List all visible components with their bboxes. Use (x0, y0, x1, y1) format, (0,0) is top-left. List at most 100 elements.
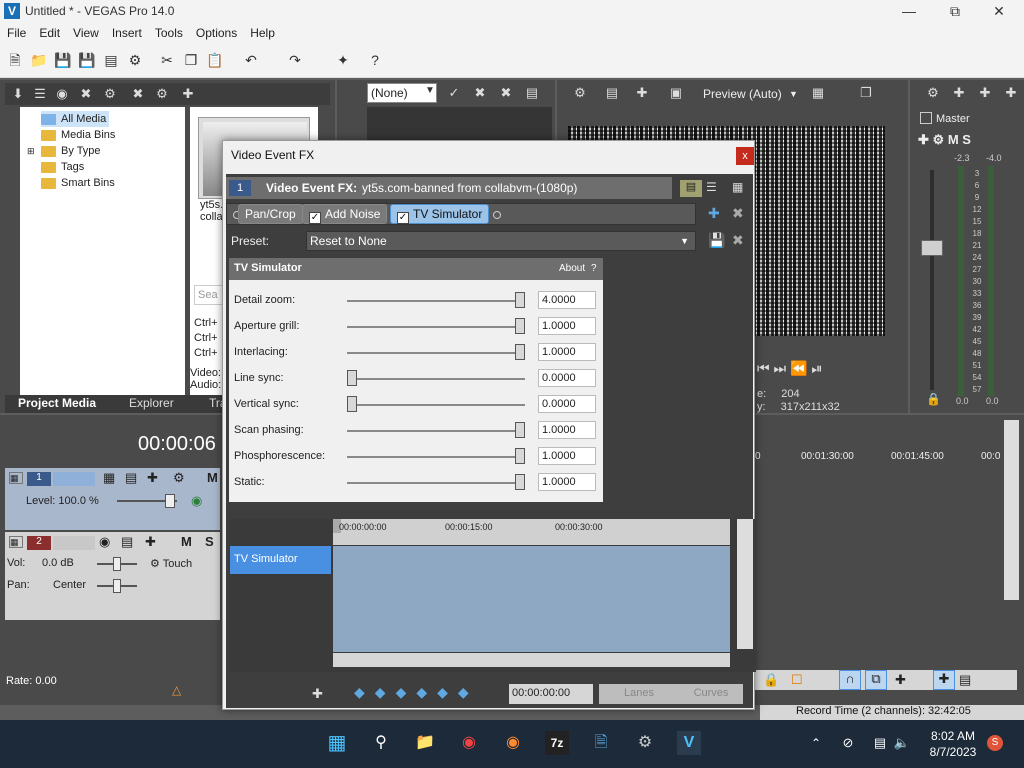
checkbox-checked-icon[interactable]: ✓ (397, 212, 409, 224)
param-slider-track[interactable] (347, 482, 525, 484)
pan-slider-thumb[interactable] (113, 579, 121, 593)
param-slider-thumb[interactable] (515, 318, 525, 334)
file-explorer-icon[interactable]: 📁 (413, 731, 437, 755)
snapping-magnet-icon[interactable]: ∩ (839, 670, 861, 690)
restore-button[interactable]: ⧉ (932, 0, 978, 23)
param-value-input[interactable]: 0.0000 (538, 369, 596, 387)
expand-plus-icon[interactable]: ⊞ (27, 146, 41, 157)
param-slider-thumb[interactable] (515, 344, 525, 360)
compositing-mode-icon[interactable]: ◉ (191, 493, 202, 509)
save-preset-icon[interactable]: 💾 (708, 232, 725, 249)
add-keyframe-icon[interactable]: ◆ (437, 684, 458, 700)
network-offline-icon[interactable]: ⊘ (836, 731, 860, 755)
keyframe-track-area[interactable] (333, 546, 730, 652)
help-link[interactable]: ? (591, 263, 597, 274)
auto-crossfade-icon[interactable]: ⧉ (865, 670, 887, 690)
layout-list-icon[interactable]: ☰ (706, 180, 717, 194)
media-search-input[interactable]: Sea (194, 285, 224, 305)
split-screen-icon[interactable]: ✚ (633, 85, 651, 101)
pan-crop-icon[interactable]: ▤ (125, 470, 137, 486)
event-fx-icon[interactable]: ✦ (334, 51, 352, 69)
tree-item-tags[interactable]: Tags (41, 159, 84, 175)
first-keyframe-icon[interactable]: ◆ (354, 684, 375, 700)
param-slider-thumb[interactable] (515, 292, 525, 308)
dim-output-icon[interactable]: ✚ (976, 85, 994, 101)
param-slider-thumb[interactable] (515, 474, 525, 490)
downmix-icon[interactable]: ✚ (950, 85, 968, 101)
settings-gear-icon[interactable]: ⚙ (633, 731, 657, 755)
menu-help[interactable]: Help (243, 23, 281, 40)
param-value-input[interactable]: 0.0000 (538, 395, 596, 413)
prev-frame-icon[interactable]: ⏮ (757, 360, 770, 376)
delete-icon[interactable]: ✖ (497, 85, 515, 101)
param-slider-track[interactable] (347, 456, 525, 458)
fx-chip-add-noise[interactable]: ✓ Add Noise (302, 204, 388, 224)
layout-grid-icon[interactable]: ▦ (732, 180, 743, 194)
menu-options[interactable]: Options (189, 23, 243, 40)
prev-keyframe-icon[interactable]: ◆ (375, 684, 396, 700)
param-slider-track[interactable] (347, 404, 525, 406)
next-frame-icon[interactable]: ⏭ (774, 360, 787, 376)
plugin-chain-icon[interactable]: ✚ (708, 205, 720, 222)
invert-phase-icon[interactable]: ▤ (121, 534, 133, 550)
video-track-1[interactable]: ▦ 1 ▦ ▤ ✚ ⚙ M Level: 100.0 % ◉ (5, 468, 220, 530)
layout-expanded-icon[interactable]: ▤ (680, 180, 702, 197)
checkbox-checked-icon[interactable]: ✓ (309, 212, 321, 224)
param-slider-thumb[interactable] (347, 396, 357, 412)
fx-chip-pan-crop[interactable]: Pan/Crop (238, 204, 303, 224)
track-name-input[interactable] (53, 536, 95, 550)
tree-item-all-media[interactable]: All Media (41, 111, 110, 127)
track-name-input[interactable] (53, 472, 95, 486)
param-slider-thumb[interactable] (515, 422, 525, 438)
tab-explorer[interactable]: Explorer (129, 396, 174, 410)
collapse-icon[interactable]: ▤ (523, 85, 541, 101)
param-slider-track[interactable] (347, 352, 525, 354)
notepad-icon[interactable]: 🗎 (589, 731, 613, 755)
curves-button[interactable]: Curves (679, 684, 743, 704)
open-folder-icon[interactable]: 📁 (30, 51, 48, 69)
lock-icon[interactable]: 🔒 (763, 672, 779, 688)
param-slider-track[interactable] (347, 430, 525, 432)
volume-slider-thumb[interactable] (113, 557, 121, 571)
master-checkbox[interactable] (920, 112, 932, 124)
system-clock[interactable]: 8:02 AM 8/7/2023 (924, 728, 982, 760)
param-value-input[interactable]: 1.0000 (538, 473, 596, 491)
properties-gear-icon[interactable]: ⚙ (126, 51, 144, 69)
snap-icon[interactable]: ✚ (179, 86, 197, 102)
fx-chain-icon[interactable]: ✚ (918, 132, 929, 147)
master-settings-gear-icon[interactable]: ⚙ (924, 85, 942, 101)
fx-chip-tv-simulator[interactable]: ✓ TV Simulator (390, 204, 490, 224)
param-slider-track[interactable] (347, 378, 525, 380)
solo-button[interactable]: S (962, 132, 971, 147)
solo-button[interactable]: S (205, 534, 214, 549)
sync-cursor-icon[interactable]: ✚ (312, 686, 323, 702)
track-expand-icon[interactable]: ▦ (9, 472, 23, 484)
notification-badge[interactable]: S (987, 735, 1003, 751)
chrome-icon[interactable]: ◉ (457, 731, 481, 755)
tree-item-media-bins[interactable]: Media Bins (41, 127, 115, 143)
spell-check-icon[interactable]: ✓ (445, 85, 463, 101)
param-value-input[interactable]: 1.0000 (538, 421, 596, 439)
track-motion-icon[interactable]: ▦ (103, 470, 115, 486)
track-expand-icon[interactable]: ▦ (9, 536, 23, 548)
param-slider-thumb[interactable] (347, 370, 357, 386)
remove-media-icon[interactable]: ✖ (77, 86, 95, 102)
undo-icon[interactable]: ↶ (242, 51, 260, 69)
minimize-button[interactable]: — (886, 0, 932, 23)
ripple-edit-icon[interactable]: ✚ (895, 672, 906, 688)
show-hidden-icons-chevron-icon[interactable]: ⌃ (804, 731, 828, 755)
timeline-vertical-scrollbar[interactable] (1004, 420, 1019, 600)
param-slider-track[interactable] (347, 300, 525, 302)
preview-quality-select[interactable]: Preview (Auto) (703, 87, 782, 101)
last-keyframe-icon[interactable]: ◆ (416, 684, 437, 700)
search-icon[interactable]: ⚲ (369, 731, 393, 755)
overlay-grid-icon[interactable]: ▦ (809, 85, 827, 101)
menu-file[interactable]: File (0, 23, 32, 40)
render-icon[interactable]: ▤ (102, 51, 120, 69)
save-icon[interactable]: 💾 (54, 51, 72, 69)
delete-keyframe-icon[interactable]: ◆ (458, 684, 479, 700)
arm-record-icon[interactable]: ◉ (99, 534, 110, 550)
close-window-button[interactable]: ✕ (976, 0, 1022, 23)
menu-view[interactable]: View (66, 23, 105, 40)
start-windows-icon[interactable]: ▦ (325, 731, 349, 755)
